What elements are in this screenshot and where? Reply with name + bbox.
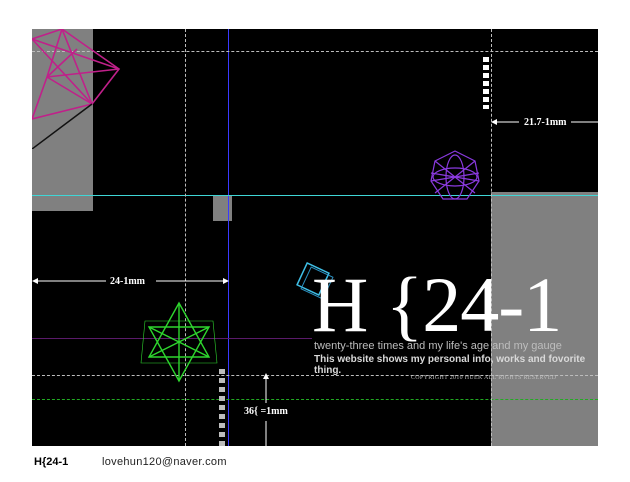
dashed-guide-right	[491, 29, 492, 446]
copyright-notice: COPYRIGHT 2010 HUEK ALL RIGHTS RESERVED	[411, 375, 557, 381]
splash-canvas: 21.7-1mm 24-1mm 36{ =1mm H {24-1 twenty-…	[32, 29, 598, 446]
horizontal-green-guide	[32, 399, 598, 400]
measure-label-right: 21.7-1mm	[524, 117, 567, 128]
footer-email-link[interactable]: lovehun120@naver.com	[102, 456, 227, 468]
measure-label-left: 24-1mm	[110, 276, 145, 287]
site-title: H {24-1	[312, 261, 562, 348]
site-tagline: twenty-three times and my life's age and…	[314, 340, 562, 352]
green-star-polyhedron-icon	[140, 301, 218, 383]
footer-brand: H{24-1	[34, 456, 69, 468]
magenta-polyhedron-icon	[32, 29, 121, 149]
vertical-blue-guide	[228, 29, 229, 446]
measure-label-bottom: 36{ =1mm	[244, 406, 288, 417]
purple-wireframe-sphere-icon	[430, 150, 480, 200]
site-subtitle: This website shows my personal info, wor…	[314, 354, 586, 376]
small-gray-block	[213, 196, 232, 221]
ruler-ticks-right	[483, 57, 489, 109]
horizontal-cyan-guide	[32, 195, 598, 196]
